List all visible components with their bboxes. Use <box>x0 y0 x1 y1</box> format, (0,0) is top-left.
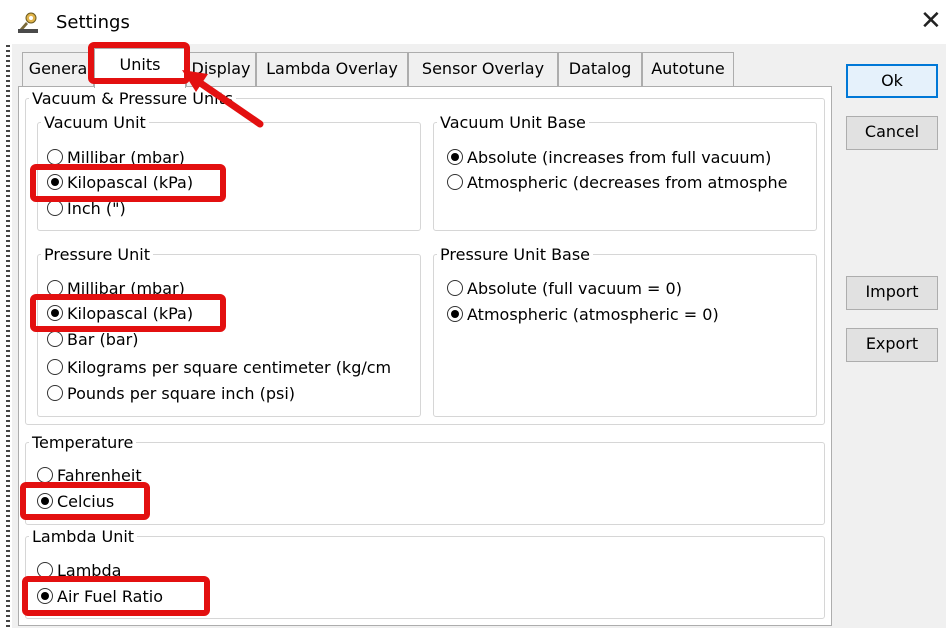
option-label: Inch (") <box>67 198 126 218</box>
option-label: Fahrenheit <box>57 465 142 485</box>
tab-autotune[interactable]: Autotune <box>642 52 734 86</box>
option-label: Atmospheric (decreases from atmosphe <box>467 172 788 192</box>
radio-button-selected[interactable] <box>447 149 463 165</box>
option-label: Kilopascal (kPa) <box>67 303 194 323</box>
radio-button[interactable] <box>47 149 63 165</box>
vacuum-unit-option-inch[interactable]: Inch (") <box>47 197 126 219</box>
tab-display[interactable]: Display <box>186 52 256 86</box>
option-label: Air Fuel Ratio <box>57 586 163 606</box>
radio-button-selected[interactable] <box>47 174 63 190</box>
radio-button[interactable] <box>47 280 63 296</box>
option-label: Lambda <box>57 560 122 580</box>
temperature-option-fahrenheit[interactable]: Fahrenheit <box>37 464 142 486</box>
left-edge-dotted-border <box>6 0 10 628</box>
radio-button[interactable] <box>37 562 53 578</box>
tab-general[interactable]: Genera <box>22 52 94 86</box>
option-label: Celcius <box>57 491 115 511</box>
ok-button[interactable]: Ok <box>846 64 938 98</box>
vacuum-unit-option-mbar[interactable]: Millibar (mbar) <box>47 146 185 168</box>
title-bar: Settings ✕ <box>0 0 946 44</box>
export-button[interactable]: Export <box>846 328 938 362</box>
units-tab-panel: Vacuum & Pressure Units Vacuum Unit Mill… <box>18 86 832 626</box>
radio-button[interactable] <box>447 174 463 190</box>
pressure-unit-legend: Pressure Unit <box>44 245 150 264</box>
settings-app-icon <box>18 12 38 33</box>
option-label: Millibar (mbar) <box>67 278 185 298</box>
vacuum-pressure-units-legend: Vacuum & Pressure Units <box>32 89 234 108</box>
radio-button[interactable] <box>47 359 63 375</box>
vacuum-unit-option-kpa[interactable]: Kilopascal (kPa) <box>47 171 193 193</box>
pressure-unit-option-psi[interactable]: Pounds per square inch (psi) <box>47 382 295 404</box>
option-label: Absolute (full vacuum = 0) <box>467 278 682 298</box>
tab-units[interactable]: Units <box>94 48 186 88</box>
radio-button[interactable] <box>47 331 63 347</box>
temperature-option-celcius[interactable]: Celcius <box>37 490 114 512</box>
radio-button-selected[interactable] <box>37 588 53 604</box>
pressure-unit-option-kpa[interactable]: Kilopascal (kPa) <box>47 302 193 324</box>
pressure-unit-base-group: Pressure Unit Base <box>433 245 817 417</box>
vacuum-unit-base-legend: Vacuum Unit Base <box>440 113 586 132</box>
option-label: Millibar (mbar) <box>67 147 185 167</box>
lambda-unit-legend: Lambda Unit <box>32 527 135 546</box>
radio-button[interactable] <box>447 280 463 296</box>
lambda-unit-option-lambda[interactable]: Lambda <box>37 559 121 581</box>
cancel-button[interactable]: Cancel <box>846 116 938 150</box>
import-button[interactable]: Import <box>846 276 938 310</box>
pressure-base-option-atmospheric[interactable]: Atmospheric (atmospheric = 0) <box>447 303 719 325</box>
close-icon[interactable]: ✕ <box>920 8 942 34</box>
radio-button-selected[interactable] <box>447 306 463 322</box>
temperature-legend: Temperature <box>32 433 134 452</box>
vacuum-unit-legend: Vacuum Unit <box>44 113 146 132</box>
option-label: Kilograms per square centimeter (kg/cm <box>67 357 392 377</box>
radio-button[interactable] <box>47 385 63 401</box>
option-label: Atmospheric (atmospheric = 0) <box>467 304 719 324</box>
pressure-unit-base-legend: Pressure Unit Base <box>440 245 591 264</box>
tab-sensor-overlay[interactable]: Sensor Overlay <box>408 52 558 86</box>
window-title: Settings <box>56 12 130 33</box>
pressure-unit-option-kgcm[interactable]: Kilograms per square centimeter (kg/cm <box>47 356 391 378</box>
option-label: Pounds per square inch (psi) <box>67 383 296 403</box>
tab-lambda-overlay[interactable]: Lambda Overlay <box>256 52 408 86</box>
radio-button[interactable] <box>37 467 53 483</box>
lambda-unit-option-afr[interactable]: Air Fuel Ratio <box>37 585 163 607</box>
pressure-base-option-absolute[interactable]: Absolute (full vacuum = 0) <box>447 277 682 299</box>
temperature-group: Temperature <box>25 433 825 525</box>
option-label: Kilopascal (kPa) <box>67 172 194 192</box>
radio-button[interactable] <box>47 200 63 216</box>
vacuum-base-option-absolute[interactable]: Absolute (increases from full vacuum) <box>447 146 771 168</box>
radio-button-selected[interactable] <box>47 305 63 321</box>
vacuum-base-option-atmospheric[interactable]: Atmospheric (decreases from atmosphe <box>447 171 787 193</box>
pressure-unit-option-bar[interactable]: Bar (bar) <box>47 328 138 350</box>
option-label: Absolute (increases from full vacuum) <box>467 147 772 167</box>
radio-button-selected[interactable] <box>37 493 53 509</box>
pressure-unit-option-mbar[interactable]: Millibar (mbar) <box>47 277 185 299</box>
option-label: Bar (bar) <box>67 329 139 349</box>
tab-datalog[interactable]: Datalog <box>558 52 642 86</box>
